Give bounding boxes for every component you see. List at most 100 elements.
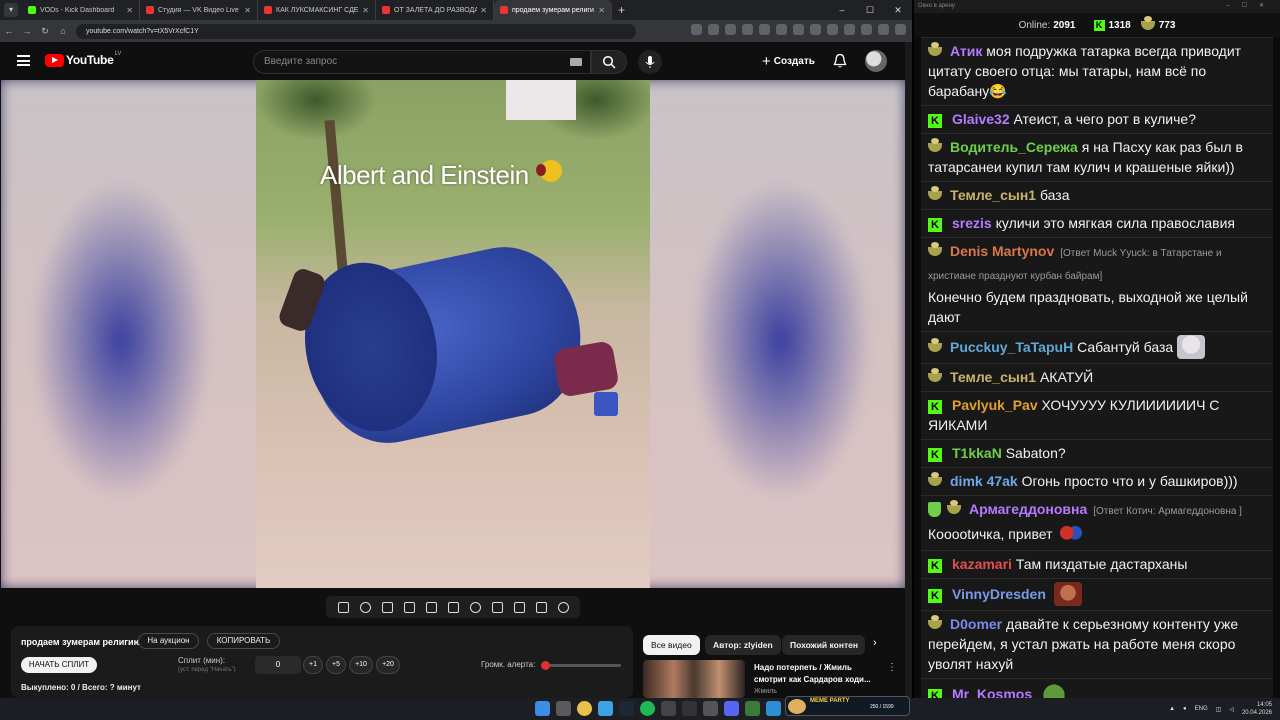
split-minutes-input[interactable]: 0 <box>255 656 301 674</box>
tab-close-icon[interactable]: ✕ <box>362 6 369 15</box>
screenshot-icon[interactable] <box>513 601 525 613</box>
chat-message[interactable]: dimk 47ak Огонь просто что и у башкиров)… <box>921 467 1273 495</box>
discord-icon[interactable] <box>724 701 739 716</box>
clip-icon[interactable] <box>447 601 459 613</box>
chat-message[interactable]: Водитель_Сережа я на Пасху как раз был в… <box>921 133 1273 181</box>
add-1-button[interactable]: +1 <box>303 656 323 674</box>
reload-icon[interactable]: ↻ <box>36 26 54 37</box>
chat-message[interactable]: Kkazamari Там пиздатые дастарханы <box>921 550 1273 578</box>
chat-username[interactable]: Denis Martynov <box>950 243 1054 259</box>
forward-icon[interactable]: → <box>18 26 36 36</box>
bookmark-star-icon[interactable] <box>725 24 736 35</box>
add-10-button[interactable]: +10 <box>349 656 373 674</box>
chat-message[interactable]: K Glaive32 Атеист, а чего рот в куличе? <box>921 105 1273 133</box>
chat-username[interactable]: D0omer <box>950 616 1002 632</box>
copy-button[interactable]: КОПИРОВАТЬ <box>207 633 280 649</box>
chat-message[interactable]: Pucckuy_TaTapuH Сабантуй база <box>921 331 1273 363</box>
chat-message[interactable]: K Pavlyuk_Pav ХОЧУУУУ КУЛИИИИИИЧ С ЯИКАМИ <box>921 391 1273 439</box>
chip-all-videos[interactable]: Все видео <box>643 635 700 655</box>
network-icon[interactable]: ◫ <box>1216 706 1222 713</box>
search-icon[interactable] <box>556 701 571 716</box>
meme-party-widget[interactable]: MEME PARTY 250 / 1599 <box>785 696 910 716</box>
app-icon[interactable] <box>682 701 697 716</box>
picture-in-picture-icon[interactable] <box>425 601 437 613</box>
chat-username[interactable]: dimk 47ak <box>950 473 1018 489</box>
extension-icon[interactable] <box>810 24 821 35</box>
files-icon[interactable] <box>598 701 613 716</box>
recommended-channel[interactable]: Жмиль <box>754 688 777 695</box>
keyboard-icon[interactable] <box>570 58 582 66</box>
telegram-icon[interactable] <box>766 701 781 716</box>
language-indicator[interactable]: ENG <box>1195 706 1208 712</box>
tab-youtube-2[interactable]: ОТ ЗАЛЕТА ДО РАЗВОДА: пс✕ <box>376 0 494 20</box>
chat-username[interactable]: kazamari <box>952 556 1012 572</box>
profile-icon[interactable] <box>844 24 855 35</box>
chat-username[interactable]: Водитель_Сережа <box>950 139 1078 155</box>
close-window-icon[interactable]: ✕ <box>884 0 912 20</box>
auction-button[interactable]: На аукцион <box>138 633 199 649</box>
chat-username[interactable]: Армагеддоновна <box>969 501 1087 517</box>
chat-username[interactable]: Glaive32 <box>952 111 1010 127</box>
recommended-title[interactable]: Надо потерпеть / Жмиль смотрит как Сарда… <box>754 662 878 686</box>
menu-icon[interactable] <box>895 24 906 35</box>
tab-youtube-1[interactable]: КАК ЛУКСМАКСИНГ СДЕЛАЛ✕ <box>258 0 376 20</box>
chat-username[interactable]: Pucckuy_TaTapuH <box>950 339 1073 355</box>
spotify-icon[interactable] <box>640 701 655 716</box>
zoom-icon[interactable] <box>691 24 702 35</box>
more-options-icon[interactable]: ⋮ <box>887 662 897 673</box>
tab-kick-dashboard[interactable]: VODs - Kick Dashboard ✕ <box>22 0 140 20</box>
alert-volume-knob[interactable] <box>541 661 550 670</box>
alert-volume-slider[interactable] <box>541 661 621 670</box>
chrome-icon[interactable] <box>577 701 592 716</box>
extension-icon[interactable] <box>742 24 753 35</box>
app-icon[interactable] <box>703 701 718 716</box>
settings-gear-icon[interactable] <box>557 601 569 613</box>
flask-icon[interactable] <box>535 601 547 613</box>
recommended-thumbnail[interactable] <box>643 660 745 698</box>
chat-message[interactable]: D0omer давайте к серьезному контенту уже… <box>921 610 1273 678</box>
create-button[interactable]: + Создать <box>756 51 821 73</box>
account-avatar[interactable] <box>865 50 887 72</box>
clock[interactable]: 14:05 20.04.2026 <box>1242 701 1272 717</box>
chat-message[interactable]: Denis Martynov [Ответ Muck Yyuck: в Татар… <box>921 237 1273 331</box>
extension-icon[interactable] <box>759 24 770 35</box>
tab-close-icon[interactable]: ✕ <box>244 6 251 15</box>
cast-icon[interactable] <box>708 24 719 35</box>
tray-chevron-icon[interactable]: ▲ <box>1169 706 1175 712</box>
chat-message-list[interactable]: Атик моя подружка татарка всегда приводи… <box>921 37 1273 710</box>
add-5-button[interactable]: +5 <box>326 656 346 674</box>
chat-window-controls[interactable]: –☐✕ <box>1226 0 1276 13</box>
chevron-right-icon[interactable]: › <box>873 637 877 649</box>
chip-author[interactable]: Автор: zlyiden <box>705 635 781 655</box>
loop-icon[interactable] <box>337 601 349 613</box>
tab-close-icon[interactable]: ✕ <box>126 6 133 15</box>
voice-search-button[interactable] <box>638 50 662 74</box>
page-scrollbar[interactable] <box>905 42 912 698</box>
start-split-button[interactable]: НАЧАТЬ СПЛИТ <box>21 657 97 673</box>
chat-username[interactable]: Атик <box>950 43 982 59</box>
volume-icon[interactable]: ◁ <box>1229 706 1234 713</box>
audio-icon[interactable] <box>359 601 371 613</box>
speed-icon[interactable] <box>469 601 481 613</box>
extension-icon[interactable] <box>861 24 872 35</box>
extension-icon[interactable] <box>793 24 804 35</box>
home-icon[interactable]: ⌂ <box>54 26 72 36</box>
hamburger-menu-icon[interactable] <box>17 55 30 66</box>
tab-youtube-active[interactable]: продаем зумерам религи ✕ <box>494 0 612 20</box>
search-input[interactable]: Введите запрос <box>253 50 591 74</box>
chat-message[interactable]: Атик моя подружка татарка всегда приводи… <box>921 37 1273 105</box>
add-20-button[interactable]: +20 <box>376 656 400 674</box>
app-icon[interactable] <box>745 701 760 716</box>
chip-similar[interactable]: Похожий контен <box>782 635 865 655</box>
tab-search-icon[interactable]: ▾ <box>4 3 18 17</box>
playlist-icon[interactable] <box>381 601 393 613</box>
maximize-icon[interactable]: ☐ <box>856 0 884 20</box>
chat-message[interactable]: K VinnyDresden <box>921 578 1273 610</box>
chat-username[interactable]: VinnyDresden <box>952 586 1046 602</box>
youtube-logo[interactable]: YouTube LV <box>45 51 121 67</box>
new-tab-button[interactable]: + <box>618 3 625 17</box>
chat-message[interactable]: K T1kkaN Sabaton? <box>921 439 1273 467</box>
start-icon[interactable] <box>535 701 550 716</box>
downloads-icon[interactable] <box>827 24 838 35</box>
url-field[interactable]: youtube.com/watch?v=tX5VrXcfC1Y <box>76 23 636 39</box>
